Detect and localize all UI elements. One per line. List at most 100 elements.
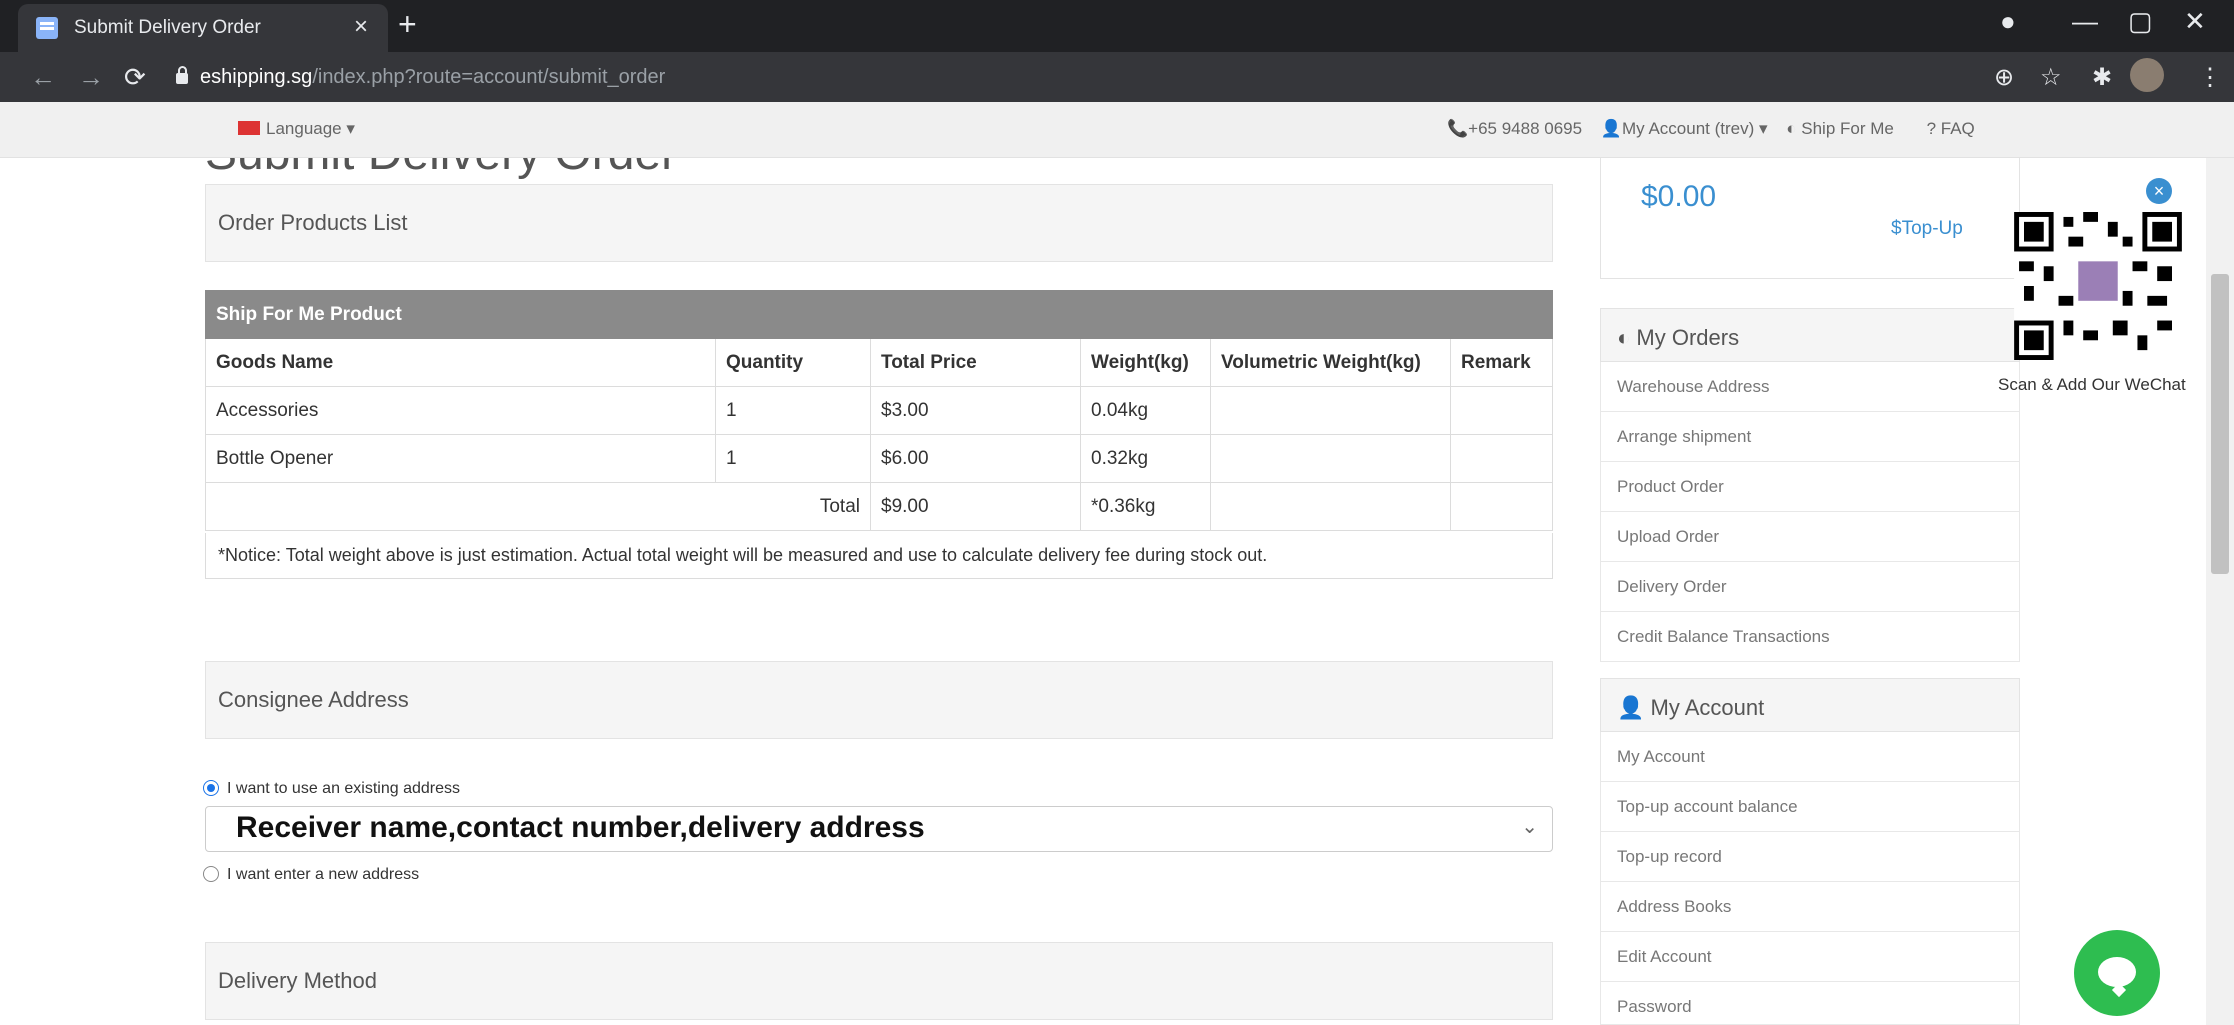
cell-volumetric-weight [1210, 434, 1451, 483]
table-row: Accessories 1 $3.00 0.04kg [205, 386, 1553, 435]
sidebar-item-product-order[interactable]: Product Order [1600, 462, 2020, 512]
new-address-option[interactable]: I want enter a new address [203, 866, 419, 884]
total-volumetric-weight [1210, 482, 1451, 531]
scrollbar-thumb[interactable] [2211, 274, 2229, 574]
sidebar-item-delivery-order[interactable]: Delivery Order [1600, 562, 2020, 612]
ship-for-me-link[interactable]: ◐ Ship For Me [1786, 119, 1908, 138]
ship-for-me-label: Ship For Me [1801, 119, 1894, 138]
header-goods-name: Goods Name [205, 338, 716, 387]
consignee-address-title: Consignee Address [218, 687, 409, 712]
qr-caption: Scan & Add Our WeChat [1998, 375, 2186, 394]
my-account-title: My Account [1650, 695, 1765, 720]
url-path: /index.php?route=account/submit_order [312, 66, 666, 88]
cell-weight: 0.04kg [1080, 386, 1211, 435]
table-caption: Ship For Me Product [205, 290, 1553, 339]
new-tab-icon[interactable]: + [398, 8, 417, 40]
language-label: Language ▾ [266, 119, 355, 138]
delivery-method-panel: Delivery Method [205, 942, 1553, 1020]
flag-icon [238, 121, 260, 135]
total-remark [1450, 482, 1553, 531]
existing-address-label: I want to use an existing address [227, 780, 461, 797]
my-account-heading: 👤 My Account [1600, 678, 2020, 732]
cell-goods-name: Bottle Opener [205, 434, 716, 483]
delivery-method-title: Delivery Method [218, 968, 377, 993]
address-select-value: Receiver name,contact number,delivery ad… [236, 811, 925, 844]
user-icon: 👤 [1617, 695, 1651, 720]
address-bar[interactable]: eshipping.sg/index.php?route=account/sub… [176, 62, 665, 92]
cell-total-price: $6.00 [870, 434, 1081, 483]
order-products-list-title: Order Products List [218, 210, 408, 235]
browser-menu-icon[interactable]: ⋮ [2198, 63, 2222, 92]
balance-box: $0.00 $Top-Up [1600, 147, 2020, 279]
header-volumetric-weight: Volumetric Weight(kg) [1210, 338, 1451, 387]
sidebar-item-arrange-shipment[interactable]: Arrange shipment [1600, 412, 2020, 462]
sidebar-item-credit-balance-transactions[interactable]: Credit Balance Transactions [1600, 612, 2020, 662]
phone-link[interactable]: 📞+65 9488 0695 [1447, 119, 1582, 138]
forward-icon[interactable]: → [78, 62, 104, 93]
profile-avatar[interactable] [2130, 58, 2164, 92]
existing-address-radio[interactable] [203, 780, 219, 796]
qr-close-icon[interactable]: × [2146, 178, 2172, 204]
my-orders-heading: ◐ My Orders [1600, 308, 2020, 362]
my-orders-title: My Orders [1636, 325, 1740, 350]
total-weight: *0.36kg [1080, 482, 1211, 531]
window-close-icon[interactable]: ✕ [2184, 6, 2206, 37]
sidebar-item-edit-account[interactable]: Edit Account [1600, 932, 2020, 982]
topup-link[interactable]: $Top-Up [1891, 218, 1963, 240]
chrome-menu-icon[interactable]: ● [2000, 6, 2016, 37]
cell-weight: 0.32kg [1080, 434, 1211, 483]
consignee-address-panel: Consignee Address [205, 661, 1553, 739]
url-host: eshipping.sg [200, 66, 313, 88]
sidebar-item-password[interactable]: Password [1600, 982, 2020, 1025]
new-address-label: I want enter a new address [227, 866, 420, 883]
total-price: $9.00 [870, 482, 1081, 531]
zoom-icon[interactable]: ⊕ [1994, 63, 2014, 92]
chevron-down-icon: ⌄ [1521, 816, 1538, 838]
chat-bubble-icon[interactable] [2074, 930, 2160, 1016]
reload-icon[interactable]: ⟳ [124, 62, 146, 93]
sidebar-item-topup-balance[interactable]: Top-up account balance [1600, 782, 2020, 832]
language-selector[interactable]: Language ▾ [238, 119, 355, 139]
browser-tab-bar: Submit Delivery Order × + ● — ▢ ✕ [0, 0, 2234, 52]
sidebar-item-my-account[interactable]: My Account [1600, 732, 2020, 782]
header-weight: Weight(kg) [1080, 338, 1211, 387]
cell-volumetric-weight [1210, 386, 1451, 435]
sidebar-item-upload-order[interactable]: Upload Order [1600, 512, 2020, 562]
new-address-radio[interactable] [203, 866, 219, 882]
extensions-icon[interactable]: ✱ [2092, 63, 2112, 92]
browser-toolbar: ← → ⟳ eshipping.sg/index.php?route=accou… [0, 52, 2234, 102]
cell-total-price: $3.00 [870, 386, 1081, 435]
back-icon[interactable]: ← [30, 62, 56, 93]
header-quantity: Quantity [715, 338, 871, 387]
table-row: Bottle Opener 1 $6.00 0.32kg [205, 434, 1553, 483]
table-header-row: Goods Name Quantity Total Price Weight(k… [205, 338, 1553, 387]
sidebar-item-address-books[interactable]: Address Books [1600, 882, 2020, 932]
minimize-icon[interactable]: — [2072, 6, 2098, 37]
sidebar-item-topup-record[interactable]: Top-up record [1600, 832, 2020, 882]
weight-notice: *Notice: Total weight above is just esti… [205, 533, 1553, 579]
header-remark: Remark [1450, 338, 1553, 387]
faq-link[interactable]: ? FAQ [1927, 119, 1975, 138]
order-products-list-panel: Order Products List [205, 184, 1553, 262]
table-total-row: Total $9.00 *0.36kg [205, 482, 1553, 531]
browser-tab[interactable]: Submit Delivery Order × [18, 4, 388, 52]
products-table: Ship For Me Product Goods Name Quantity … [205, 290, 1553, 531]
cell-quantity: 1 [715, 386, 871, 435]
site-top-bar: Language ▾ 📞+65 9488 0695 👤My Account (t… [0, 102, 2234, 158]
my-account-dropdown[interactable]: 👤My Account (trev) ▾ [1601, 119, 1768, 138]
existing-address-option[interactable]: I want to use an existing address [203, 780, 460, 798]
favicon-icon [36, 17, 58, 39]
cell-remark [1450, 434, 1553, 483]
sidebar-item-warehouse-address[interactable]: Warehouse Address [1600, 362, 2020, 412]
tab-title: Submit Delivery Order [74, 17, 261, 38]
maximize-icon[interactable]: ▢ [2128, 6, 2153, 37]
address-select[interactable]: Receiver name,contact number,delivery ad… [205, 806, 1553, 852]
tab-close-icon[interactable]: × [354, 13, 368, 41]
total-label: Total [205, 482, 871, 531]
table-caption-row: Ship For Me Product [205, 290, 1553, 339]
header-total-price: Total Price [870, 338, 1081, 387]
balance-amount: $0.00 [1641, 180, 1717, 213]
wechat-qr-code [2014, 212, 2182, 360]
bookmark-star-icon[interactable]: ☆ [2040, 63, 2062, 92]
lock-icon [176, 66, 188, 84]
